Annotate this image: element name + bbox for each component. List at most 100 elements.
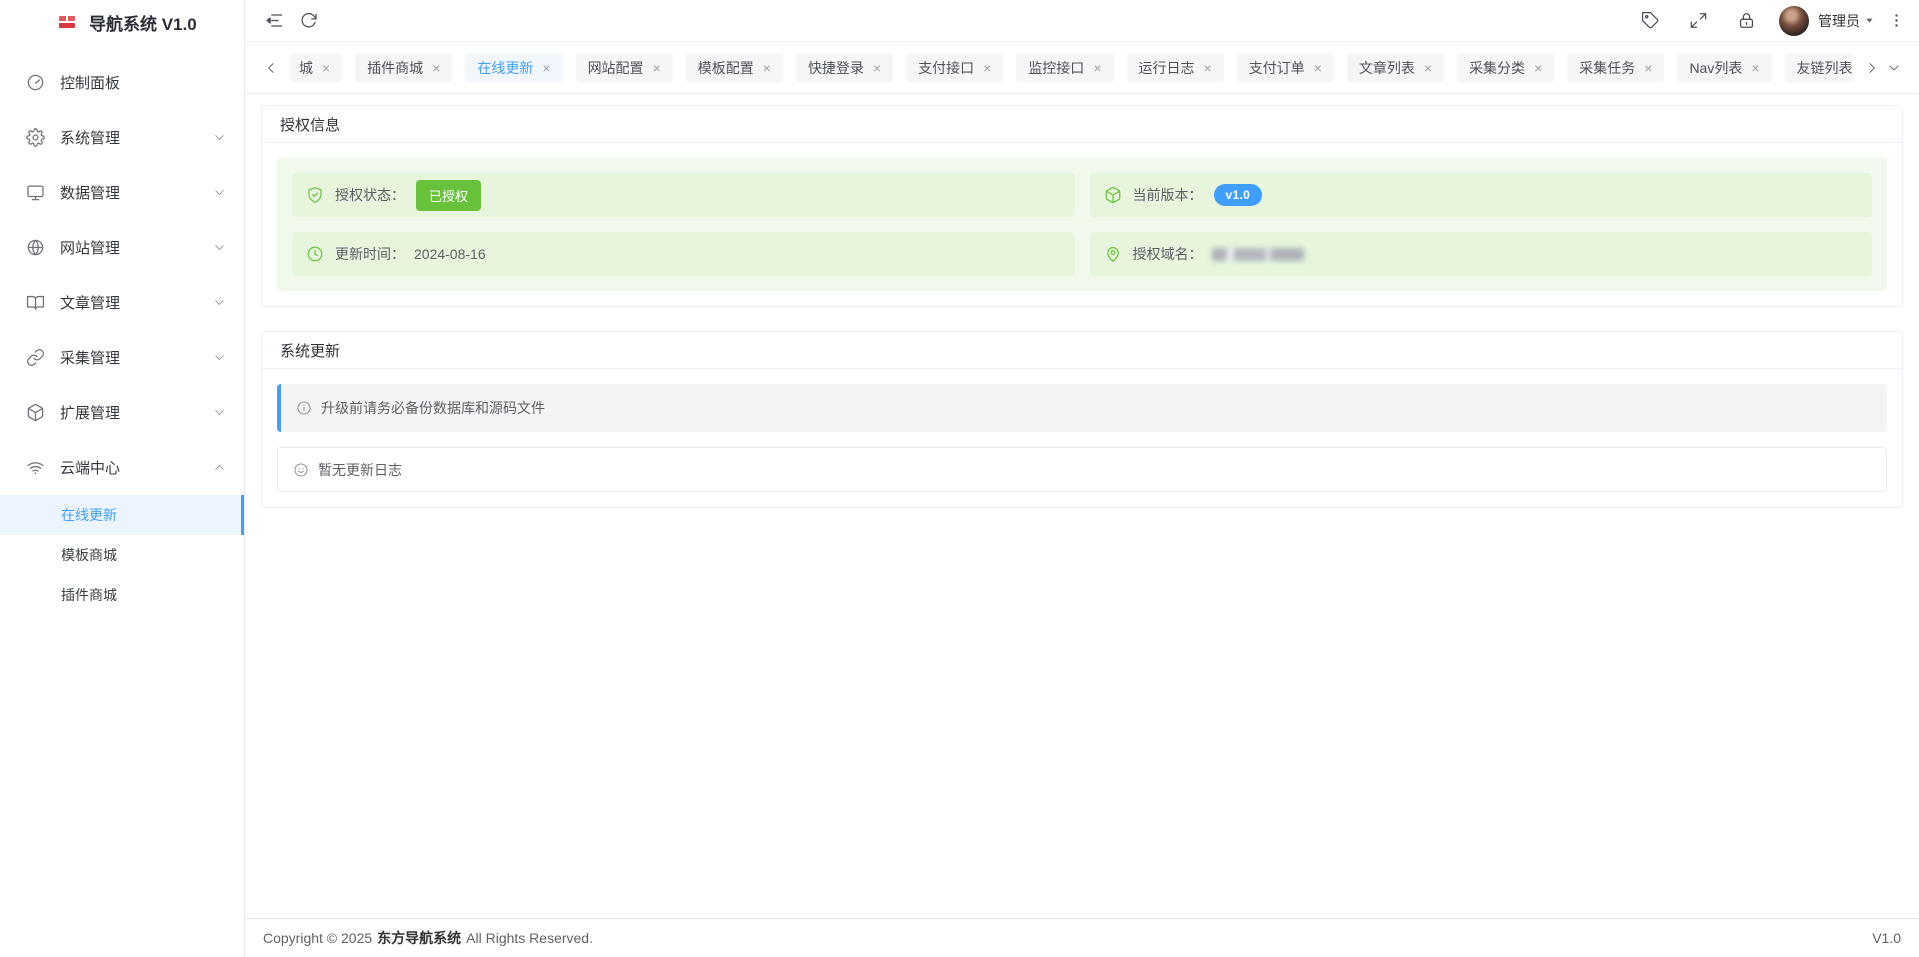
tab-close-icon[interactable]: × [1093,61,1101,75]
sidebar-item-website[interactable]: 网站管理 [0,220,244,275]
tab-close-icon[interactable]: × [322,61,330,75]
smile-icon [293,462,309,478]
app-root: 导航系统 V1.0 控制面板 系统管理 数据管理 网站管理 [0,0,1919,957]
chevron-down-icon [213,296,226,309]
chevron-down-icon [213,241,226,254]
tab-close-icon[interactable]: × [763,61,771,75]
tab-close-icon[interactable]: × [432,61,440,75]
fullscreen-button[interactable] [1681,4,1715,38]
tab-online-update[interactable]: 在线更新× [465,53,562,82]
tab-payment-orders[interactable]: 支付订单× [1237,53,1334,82]
site-name: 东方导航系统 [377,930,461,946]
cube-icon [1104,186,1122,204]
caret-down-icon [1864,15,1875,26]
update-card: 系统更新 升级前请务必备份数据库和源码文件 暂无更新日志 [261,331,1903,508]
sidebar-subitem-template-mall[interactable]: 模板商城 [0,535,244,575]
chevron-down-icon [213,406,226,419]
shield-check-icon [306,186,324,204]
sidebar-item-label: 系统管理 [60,127,213,148]
tab-collect-category[interactable]: 采集分类× [1457,53,1554,82]
app-title: 导航系统 V1.0 [89,10,197,35]
info-icon [296,400,312,416]
tag-button[interactable] [1633,4,1667,38]
sidebar-item-dashboard[interactable]: 控制面板 [0,55,244,110]
tab-payment-api[interactable]: 支付接口× [906,53,1003,82]
collapse-sidebar-button[interactable] [257,4,291,38]
tab-close-icon[interactable]: × [1751,61,1759,75]
updated-row: 更新时间： 2024-08-16 [292,232,1075,276]
sidebar-item-article[interactable]: 文章管理 [0,275,244,330]
tab-article-list[interactable]: 文章列表× [1347,53,1444,82]
monitor-icon [26,183,45,202]
sidebar-item-data[interactable]: 数据管理 [0,165,244,220]
refresh-button[interactable] [291,4,325,38]
version-row: 当前版本： v1.0 [1090,173,1873,217]
more-menu-button[interactable] [1883,4,1909,38]
empty-changelog: 暂无更新日志 [277,447,1887,492]
sidebar-subitem-label: 插件商城 [61,585,117,605]
book-icon [26,293,45,312]
tab-collect-task[interactable]: 采集任务× [1567,53,1664,82]
sidebar-item-cloud[interactable]: 云端中心 [0,440,244,495]
tab-monitor-api[interactable]: 监控接口× [1016,53,1113,82]
sidebar-item-label: 控制面板 [60,72,226,93]
logo: 导航系统 V1.0 [0,0,244,44]
chevron-down-icon [213,186,226,199]
tabs-scroll-right-button[interactable] [1861,54,1883,82]
domain-row: 授权域名： [1090,232,1873,276]
sidebar-item-system[interactable]: 系统管理 [0,110,244,165]
tab-plugin-mall[interactable]: 插件商城× [355,53,452,82]
tab-clipped-mall[interactable]: 城× [290,53,342,82]
sidebar-subitem-label: 在线更新 [61,505,117,525]
sidebar-item-label: 网站管理 [60,237,213,258]
sidebar-item-extension[interactable]: 扩展管理 [0,385,244,440]
user-menu[interactable]: 管理员 [1779,6,1875,36]
tab-close-icon[interactable]: × [1424,61,1432,75]
tab-website-config[interactable]: 网站配置× [576,53,673,82]
tab-close-icon[interactable]: × [1644,61,1652,75]
sidebar-item-collect[interactable]: 采集管理 [0,330,244,385]
tab-nav-list[interactable]: Nav列表× [1677,53,1771,82]
auth-card-title: 授权信息 [262,106,1902,143]
globe-icon [26,238,45,257]
footer: Copyright © 2025东方导航系统All Rights Reserve… [245,918,1919,957]
tabs: 城× 插件商城× 在线更新× 网站配置× 模板配置× 快捷登录× 支付接口× 监… [290,53,1853,82]
auth-status-badge: 已授权 [416,180,481,211]
fullscreen-icon [1689,11,1708,30]
lock-icon [1737,11,1756,30]
clock-icon [306,245,324,263]
tab-friend-links[interactable]: 友链列表× [1785,53,1853,82]
tabs-scroll-left-button[interactable] [260,54,282,82]
tabs-dropdown-button[interactable] [1883,54,1905,82]
lock-button[interactable] [1729,4,1763,38]
tab-run-log[interactable]: 运行日志× [1127,53,1224,82]
link-icon [26,348,45,367]
tab-close-icon[interactable]: × [1204,61,1212,75]
sidebar-item-label: 文章管理 [60,292,213,313]
tab-close-icon[interactable]: × [1534,61,1542,75]
topbar: 管理员 [245,0,1919,42]
domain-value-redacted [1212,248,1304,261]
tab-close-icon[interactable]: × [653,61,661,75]
refresh-icon [299,11,318,30]
cloud-submenu: 在线更新 模板商城 插件商城 [0,495,244,615]
tab-close-icon[interactable]: × [873,61,881,75]
auth-status-row: 授权状态： 已授权 [292,173,1075,217]
tag-icon [1641,11,1660,30]
cube-icon [26,403,45,422]
tabbar: 城× 插件商城× 在线更新× 网站配置× 模板配置× 快捷登录× 支付接口× 监… [245,42,1919,94]
tab-close-icon[interactable]: × [983,61,991,75]
main-column: 管理员 城× 插件商城× 在线更新× 网站配置× 模板配置× 快捷登录× 支付接… [245,0,1919,957]
copyright: Copyright © 2025东方导航系统All Rights Reserve… [263,928,593,948]
tab-quick-login[interactable]: 快捷登录× [796,53,893,82]
tab-close-icon[interactable]: × [542,61,550,75]
sidebar-subitem-plugin-mall[interactable]: 插件商城 [0,575,244,615]
dashboard-icon [26,73,45,92]
tab-close-icon[interactable]: × [1314,61,1322,75]
version-label: 当前版本： [1133,185,1203,205]
sidebar-subitem-online-update[interactable]: 在线更新 [0,495,244,535]
menu-fold-icon [265,11,284,30]
auth-panel: 授权状态： 已授权 当前版本： v1.0 更新时间： 2024-08-16 [277,158,1887,291]
wifi-icon [26,458,45,477]
tab-template-config[interactable]: 模板配置× [686,53,783,82]
